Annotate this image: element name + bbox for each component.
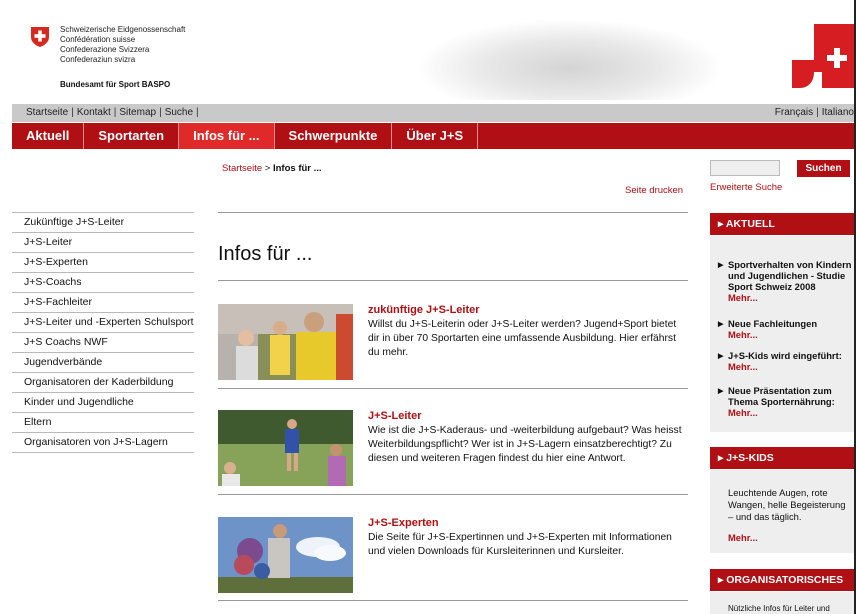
kids-description: Leuchtende Augen, rote Wangen, helle Beg… bbox=[728, 487, 846, 522]
organisatorisches-description: Nützliche Infos für Leiter und bbox=[728, 604, 830, 613]
service-link-sitemap[interactable]: Sitemap bbox=[119, 107, 156, 118]
service-link-suche[interactable]: Suche bbox=[165, 107, 193, 118]
sidebar-item-kaderbildung[interactable]: Organisatoren der Kaderbildung bbox=[12, 373, 194, 393]
triangle-right-icon: ▸ bbox=[718, 574, 724, 586]
header-background-image bbox=[420, 20, 720, 100]
breadcrumb-separator: > bbox=[264, 163, 271, 174]
teaser-title-experten[interactable]: J+S-Experten bbox=[368, 517, 439, 529]
sidebar-item-jugendverbaende[interactable]: Jugendverbände bbox=[12, 353, 194, 373]
sidebar-item-experten[interactable]: J+S-Experten bbox=[12, 253, 194, 273]
service-links: Startseite | Kontakt | Sitemap | Suche | bbox=[26, 104, 202, 122]
nav-tab-infos-fuer[interactable]: Infos für ... bbox=[179, 123, 275, 149]
separator: | bbox=[71, 107, 74, 118]
teaser-text: Wie ist die J+S-Kaderaus- und -weiterbil… bbox=[368, 425, 682, 464]
advanced-search-link[interactable]: Erweiterte Suche bbox=[710, 182, 782, 193]
confederation-names: Schweizerische Eidgenossenschaft Confédé… bbox=[60, 25, 185, 65]
news-item-more-link[interactable]: Mehr... bbox=[718, 361, 856, 372]
search-input[interactable] bbox=[710, 160, 780, 176]
separator: | bbox=[159, 107, 162, 118]
triangle-right-icon: ▸ bbox=[718, 218, 724, 230]
office-name: Bundesamt für Sport BASPO bbox=[60, 80, 171, 89]
aktuell-heading: AKTUELL bbox=[725, 218, 775, 230]
news-item-more-link[interactable]: Mehr... bbox=[718, 407, 856, 418]
sidebar-navigation: Zukünftige J+S-Leiter J+S-Leiter J+S-Exp… bbox=[12, 212, 194, 453]
news-item[interactable]: ▶ Sportverhalten von Kindern und Jugendl… bbox=[718, 259, 856, 303]
news-item-more-link[interactable]: Mehr... bbox=[718, 329, 856, 340]
divider bbox=[218, 388, 688, 389]
language-link-italiano[interactable]: Italiano bbox=[822, 107, 854, 118]
teaser-title-leiter[interactable]: J+S-Leiter bbox=[368, 410, 422, 422]
news-item[interactable]: ▶ Neue Präsentation zum Thema Sporternäh… bbox=[718, 385, 856, 418]
news-item-more-link[interactable]: Mehr... bbox=[718, 292, 856, 303]
breadcrumb: Startseite > Infos für ... bbox=[222, 163, 322, 174]
teaser-image-sports-field[interactable] bbox=[218, 410, 353, 486]
teaser-text: Die Seite für J+S-Expertinnen und J+S-Ex… bbox=[368, 532, 672, 557]
swiss-coat-of-arms-icon bbox=[31, 27, 49, 47]
aktuell-box-header: ▸ AKTUELL bbox=[710, 213, 856, 235]
teaser-title-zukuenftige-leiter[interactable]: zukünftige J+S-Leiter bbox=[368, 304, 480, 316]
nav-tab-sportarten[interactable]: Sportarten bbox=[84, 123, 180, 149]
sidebar-item-schulsport[interactable]: J+S-Leiter und -Experten Schulsport bbox=[12, 313, 194, 333]
service-link-kontakt[interactable]: Kontakt bbox=[77, 107, 111, 118]
news-item-text[interactable]: Sportverhalten von Kindern und Jugendlic… bbox=[718, 259, 856, 292]
breadcrumb-current: Infos für ... bbox=[272, 163, 322, 174]
kids-heading: J+S-KIDS bbox=[726, 452, 774, 464]
search-button[interactable]: Suchen bbox=[797, 160, 850, 177]
triangle-right-icon: ▶ bbox=[718, 353, 724, 360]
site-header: Schweizerische Eidgenossenschaft Confédé… bbox=[0, 0, 856, 103]
triangle-right-icon: ▶ bbox=[718, 321, 724, 328]
divider bbox=[218, 280, 688, 281]
confederation-line-de: Schweizerische Eidgenossenschaft bbox=[60, 25, 186, 34]
sidebar-item-kinder-jugendliche[interactable]: Kinder und Jugendliche bbox=[12, 393, 194, 413]
teaser-text: Willst du J+S-Leiterin oder J+S-Leiter w… bbox=[368, 319, 677, 358]
news-item-text[interactable]: Neue Fachleitungen bbox=[718, 318, 856, 329]
news-item-text[interactable]: J+S-Kids wird eingeführt: bbox=[718, 350, 856, 361]
triangle-right-icon: ▶ bbox=[718, 388, 724, 395]
divider bbox=[218, 600, 688, 601]
sidebar-item-coachs[interactable]: J+S-Coachs bbox=[12, 273, 194, 293]
triangle-right-icon: ▶ bbox=[718, 262, 724, 269]
page-title: Infos für ... bbox=[218, 243, 313, 265]
print-page-link[interactable]: Seite drucken bbox=[625, 185, 683, 196]
separator: | bbox=[816, 107, 819, 118]
teaser-image-youth-group[interactable] bbox=[218, 304, 353, 380]
sidebar-item-eltern[interactable]: Eltern bbox=[12, 413, 194, 433]
sidebar-item-zukuenftige-leiter[interactable]: Zukünftige J+S-Leiter bbox=[12, 213, 194, 233]
language-link-francais[interactable]: Français bbox=[775, 107, 813, 118]
triangle-right-icon: ▸ bbox=[718, 452, 724, 464]
service-link-startseite[interactable]: Startseite bbox=[26, 107, 68, 118]
sidebar-item-leiter[interactable]: J+S-Leiter bbox=[12, 233, 194, 253]
organisatorisches-box-header: ▸ ORGANISATORISCHES bbox=[710, 569, 856, 591]
confederation-line-rm: Confederaziun svizra bbox=[60, 55, 136, 64]
js-logo[interactable] bbox=[792, 20, 856, 90]
nav-tab-ueber-js[interactable]: Über J+S bbox=[392, 123, 479, 149]
sidebar-item-fachleiter[interactable]: J+S-Fachleiter bbox=[12, 293, 194, 313]
main-navigation: Aktuell Sportarten Infos für ... Schwerp… bbox=[12, 123, 856, 149]
nav-tab-aktuell[interactable]: Aktuell bbox=[12, 123, 85, 149]
kids-more-link[interactable]: Mehr... bbox=[728, 532, 758, 543]
news-item[interactable]: ▶ Neue Fachleitungen Mehr... bbox=[718, 318, 856, 340]
news-item[interactable]: ▶ J+S-Kids wird eingeführt: Mehr... bbox=[718, 350, 856, 372]
sidebar-item-lager-organisatoren[interactable]: Organisatoren von J+S-Lagern bbox=[12, 433, 194, 453]
service-navigation: Startseite | Kontakt | Sitemap | Suche | França… bbox=[12, 104, 856, 122]
language-switcher: Français | Italiano bbox=[775, 104, 854, 122]
organisatorisches-heading: ORGANISATORISCHES bbox=[726, 574, 844, 586]
teaser-image-juggler-sky[interactable] bbox=[218, 517, 353, 593]
separator: | bbox=[196, 107, 199, 118]
confederation-line-it: Confederazione Svizzera bbox=[60, 45, 150, 54]
divider bbox=[218, 494, 688, 495]
confederation-line-fr: Confédération suisse bbox=[60, 35, 136, 44]
kids-box-header: ▸ J+S-KIDS bbox=[710, 447, 856, 469]
breadcrumb-home-link[interactable]: Startseite bbox=[222, 163, 262, 174]
sidebar-item-coachs-nwf[interactable]: J+S Coachs NWF bbox=[12, 333, 194, 353]
divider bbox=[218, 212, 688, 213]
news-item-text[interactable]: Neue Präsentation zum Thema Sporternähru… bbox=[718, 385, 856, 407]
nav-tab-schwerpunkte[interactable]: Schwerpunkte bbox=[275, 123, 393, 149]
